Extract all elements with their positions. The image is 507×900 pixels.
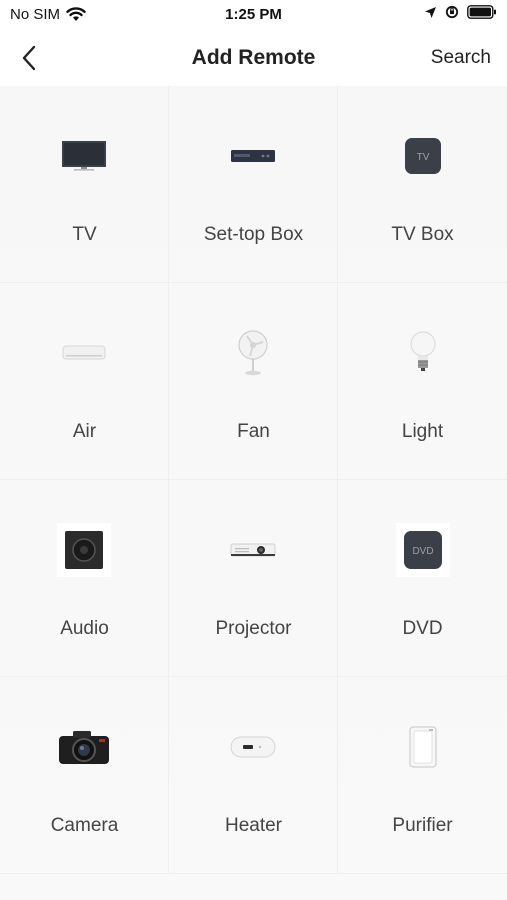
tv-box-badge: TV [416,152,429,163]
device-tile-camera[interactable]: Camera [0,677,169,874]
tv-icon [54,128,114,184]
purifier-icon [393,719,453,775]
device-tile-dvd[interactable]: DVD DVD [338,480,507,677]
device-tile-heater[interactable]: Heater [169,677,338,874]
device-label: Light [401,421,444,442]
status-bar: No SIM 1:25 PM [0,0,507,30]
device-tile-tv-box[interactable]: TV TV Box [338,86,507,283]
navigation-bar: Add Remote Search [0,30,507,86]
device-label: Set-top Box [203,224,304,245]
heater-icon [223,719,283,775]
device-tile-air[interactable]: Air [0,283,169,480]
speaker-icon [54,522,114,578]
battery-icon [467,5,496,19]
status-right [424,5,497,19]
set-top-box-icon [223,128,283,184]
light-bulb-icon [393,325,453,381]
dvd-badge: DVD [412,546,433,557]
device-label: Heater [224,815,283,836]
search-button[interactable]: Search [431,47,491,69]
device-label: TV [72,224,97,245]
device-label: Purifier [392,815,453,836]
device-tile-set-top-box[interactable]: Set-top Box [169,86,338,283]
device-label: TV Box [391,224,454,245]
camera-icon [54,719,114,775]
device-label: Fan [237,421,270,442]
device-tile-projector[interactable]: Projector [169,480,338,677]
device-grid: TV Set-top Box TV TV Box Air Fan Light A… [0,86,507,900]
device-label: Air [72,421,97,442]
device-label: Projector [215,618,292,639]
device-label: Audio [60,618,109,639]
orientation-lock-icon [445,5,459,19]
device-tile-fan[interactable]: Fan [169,283,338,480]
device-tile-purifier[interactable]: Purifier [338,677,507,874]
dvd-player-icon: DVD [393,522,453,578]
projector-icon [223,522,283,578]
fan-icon [223,325,283,381]
device-tile-light[interactable]: Light [338,283,507,480]
device-tile-tv[interactable]: TV [0,86,169,283]
device-tile-audio[interactable]: Audio [0,480,169,677]
device-label: Camera [50,815,119,836]
tv-box-icon: TV [393,128,453,184]
location-arrow-icon [425,6,436,18]
air-conditioner-icon [54,325,114,381]
device-label: DVD [402,618,443,639]
